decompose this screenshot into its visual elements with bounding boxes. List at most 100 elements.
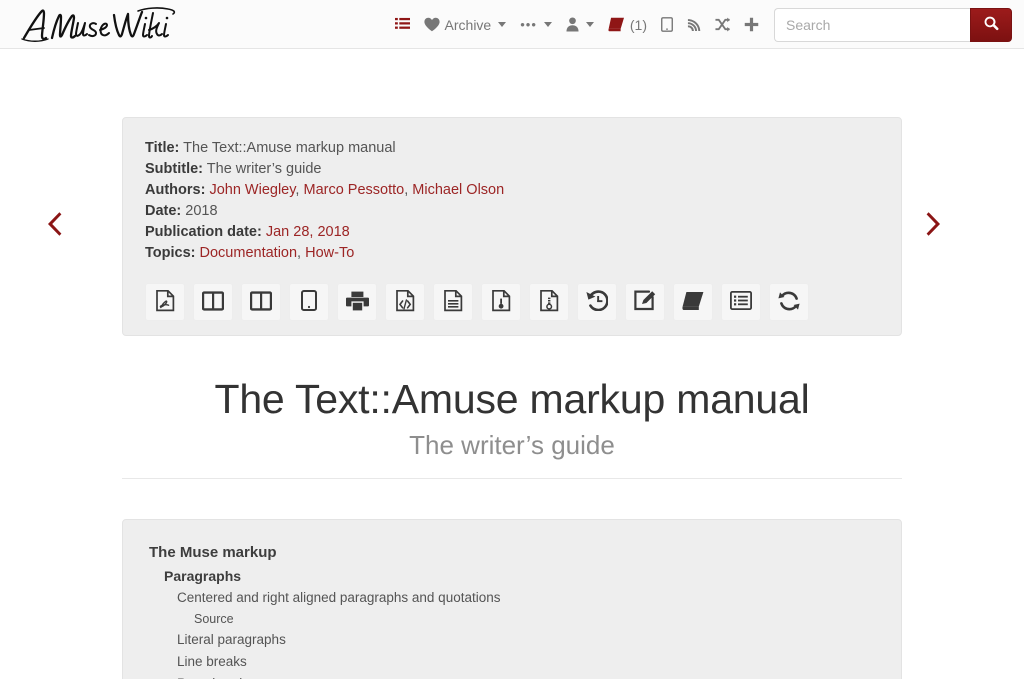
- random-link[interactable]: [708, 13, 737, 36]
- pencil-square-icon: [634, 290, 656, 314]
- metadata-row-pubdate: Publication date: Jan 28, 2018: [145, 222, 879, 243]
- shuffle-icon: [715, 17, 730, 32]
- refresh-icon: [778, 290, 800, 314]
- metadata-label: Title:: [145, 140, 180, 156]
- page-title: The Text::Amuse markup manual: [214, 376, 810, 422]
- rebuild-button[interactable]: [769, 283, 809, 321]
- tablet-icon: [301, 290, 317, 314]
- separator: ,: [404, 182, 409, 198]
- metadata-label: Authors:: [145, 182, 206, 198]
- book-icon: [608, 17, 625, 32]
- file-muse-icon: [491, 289, 511, 315]
- search-button[interactable]: [970, 7, 1012, 42]
- more-menu[interactable]: •••: [513, 14, 559, 35]
- printer-icon: [345, 291, 369, 314]
- file-lines-icon: [443, 289, 463, 315]
- bookbuilder-count: (1): [629, 16, 647, 33]
- toc-button[interactable]: [721, 283, 761, 321]
- feed-link[interactable]: [680, 13, 708, 36]
- history-button[interactable]: [577, 283, 617, 321]
- metadata-value: The writer’s guide: [206, 161, 322, 177]
- file-pdf-icon: [155, 289, 175, 315]
- list-icon: [394, 17, 410, 32]
- search-icon: [984, 16, 999, 34]
- previous-text-arrow[interactable]: [38, 211, 70, 245]
- chevron-down-icon: [585, 22, 594, 27]
- metadata-label: Date:: [145, 203, 182, 219]
- toc-entry-link[interactable]: Source: [194, 612, 234, 626]
- text-metadata-panel: Title: The Text::Amuse markup manual Sub…: [122, 117, 902, 336]
- toc-entry[interactable]: Paragraphs: [147, 565, 879, 587]
- search-form: [774, 7, 1012, 42]
- author-link[interactable]: John Wiegley: [209, 182, 295, 198]
- bookbuilder-add-button[interactable]: [673, 283, 713, 321]
- brand-logo[interactable]: [18, 0, 186, 49]
- page-body: Title: The Text::Amuse markup manual Sub…: [0, 49, 1024, 679]
- edit-button[interactable]: [625, 283, 665, 321]
- file-code-icon: [395, 289, 415, 315]
- toc-entry-link[interactable]: Paragraphs: [164, 568, 241, 584]
- toc-entry[interactable]: Centered and right aligned paragraphs an…: [147, 587, 879, 609]
- chevron-left-icon: [46, 211, 62, 245]
- author-link[interactable]: Marco Pessotto: [303, 182, 404, 198]
- toc-entry[interactable]: Source: [147, 609, 879, 629]
- tablet-view-link[interactable]: [654, 13, 680, 36]
- history-icon: [586, 290, 609, 314]
- book-icon: [682, 291, 704, 314]
- add-new-link[interactable]: [737, 13, 766, 36]
- chevron-right-icon: [926, 211, 942, 245]
- metadata-value: 2018: [185, 203, 218, 219]
- topic-link[interactable]: Documentation: [200, 245, 298, 261]
- navbar: Archive ••• (1): [0, 0, 1024, 49]
- epub-button[interactable]: [289, 283, 329, 321]
- list-alt-icon: [729, 290, 753, 313]
- author-link[interactable]: Michael Olson: [412, 182, 504, 198]
- toc-entry[interactable]: Literal paragraphs: [147, 629, 879, 651]
- table-of-contents-panel: The Muse markup Paragraphs Centered and …: [122, 519, 902, 679]
- amusewiki-signature-logo: [18, 5, 186, 45]
- next-text-arrow[interactable]: [918, 211, 950, 245]
- navbar-right-group: Archive ••• (1): [388, 0, 1012, 49]
- toc-entry[interactable]: The Muse markup: [147, 542, 879, 565]
- toc-entry-link[interactable]: Centered and right aligned paragraphs an…: [177, 590, 501, 605]
- publication-date-link[interactable]: Jan 28, 2018: [266, 224, 350, 240]
- text-button[interactable]: [433, 283, 473, 321]
- toc-entry[interactable]: Line breaks: [147, 651, 879, 673]
- metadata-label: Topics:: [145, 245, 196, 261]
- chevron-down-icon: [498, 22, 507, 27]
- metadata-value: The Text::Amuse markup manual: [183, 140, 396, 156]
- metadata-label: Publication date:: [145, 224, 262, 240]
- divider: [122, 478, 902, 479]
- separator: ,: [297, 245, 302, 261]
- plus-icon: [744, 17, 759, 32]
- metadata-row-subtitle: Subtitle: The writer’s guide: [145, 159, 879, 180]
- tablet-icon: [661, 17, 673, 32]
- source-html-button[interactable]: [385, 283, 425, 321]
- print-button[interactable]: [337, 283, 377, 321]
- page-subtitle: The writer’s guide: [409, 430, 615, 460]
- file-zip-icon: [539, 289, 559, 315]
- sidebar-item-library-list[interactable]: [388, 13, 417, 36]
- zip-button[interactable]: [529, 283, 569, 321]
- ellipsis-icon: •••: [520, 17, 537, 32]
- toc-entry-link[interactable]: The Muse markup: [149, 544, 277, 561]
- bookbuilder-link[interactable]: (1): [601, 13, 654, 36]
- rss-icon: [687, 17, 701, 32]
- toc-entry-link[interactable]: Literal paragraphs: [177, 632, 286, 647]
- toc-entry-link[interactable]: Line breaks: [177, 654, 247, 669]
- download-pdf-button[interactable]: [145, 283, 185, 321]
- text-actions-toolbar: [145, 283, 879, 321]
- metadata-row-topics: Topics: Documentation, How-To: [145, 243, 879, 264]
- toc-entry[interactable]: Page breaks: [147, 673, 879, 679]
- archive-menu[interactable]: Archive: [417, 13, 514, 36]
- muse-source-button[interactable]: [481, 283, 521, 321]
- archive-menu-label: Archive: [444, 16, 492, 33]
- search-input[interactable]: [774, 7, 970, 42]
- metadata-label: Subtitle:: [145, 161, 203, 177]
- download-lt-imposed-button[interactable]: [241, 283, 281, 321]
- user-menu[interactable]: [559, 13, 601, 36]
- user-icon: [566, 17, 579, 32]
- download-a4-imposed-button[interactable]: [193, 283, 233, 321]
- topic-link[interactable]: How-To: [305, 245, 354, 261]
- book-open-columns-icon: [249, 290, 273, 314]
